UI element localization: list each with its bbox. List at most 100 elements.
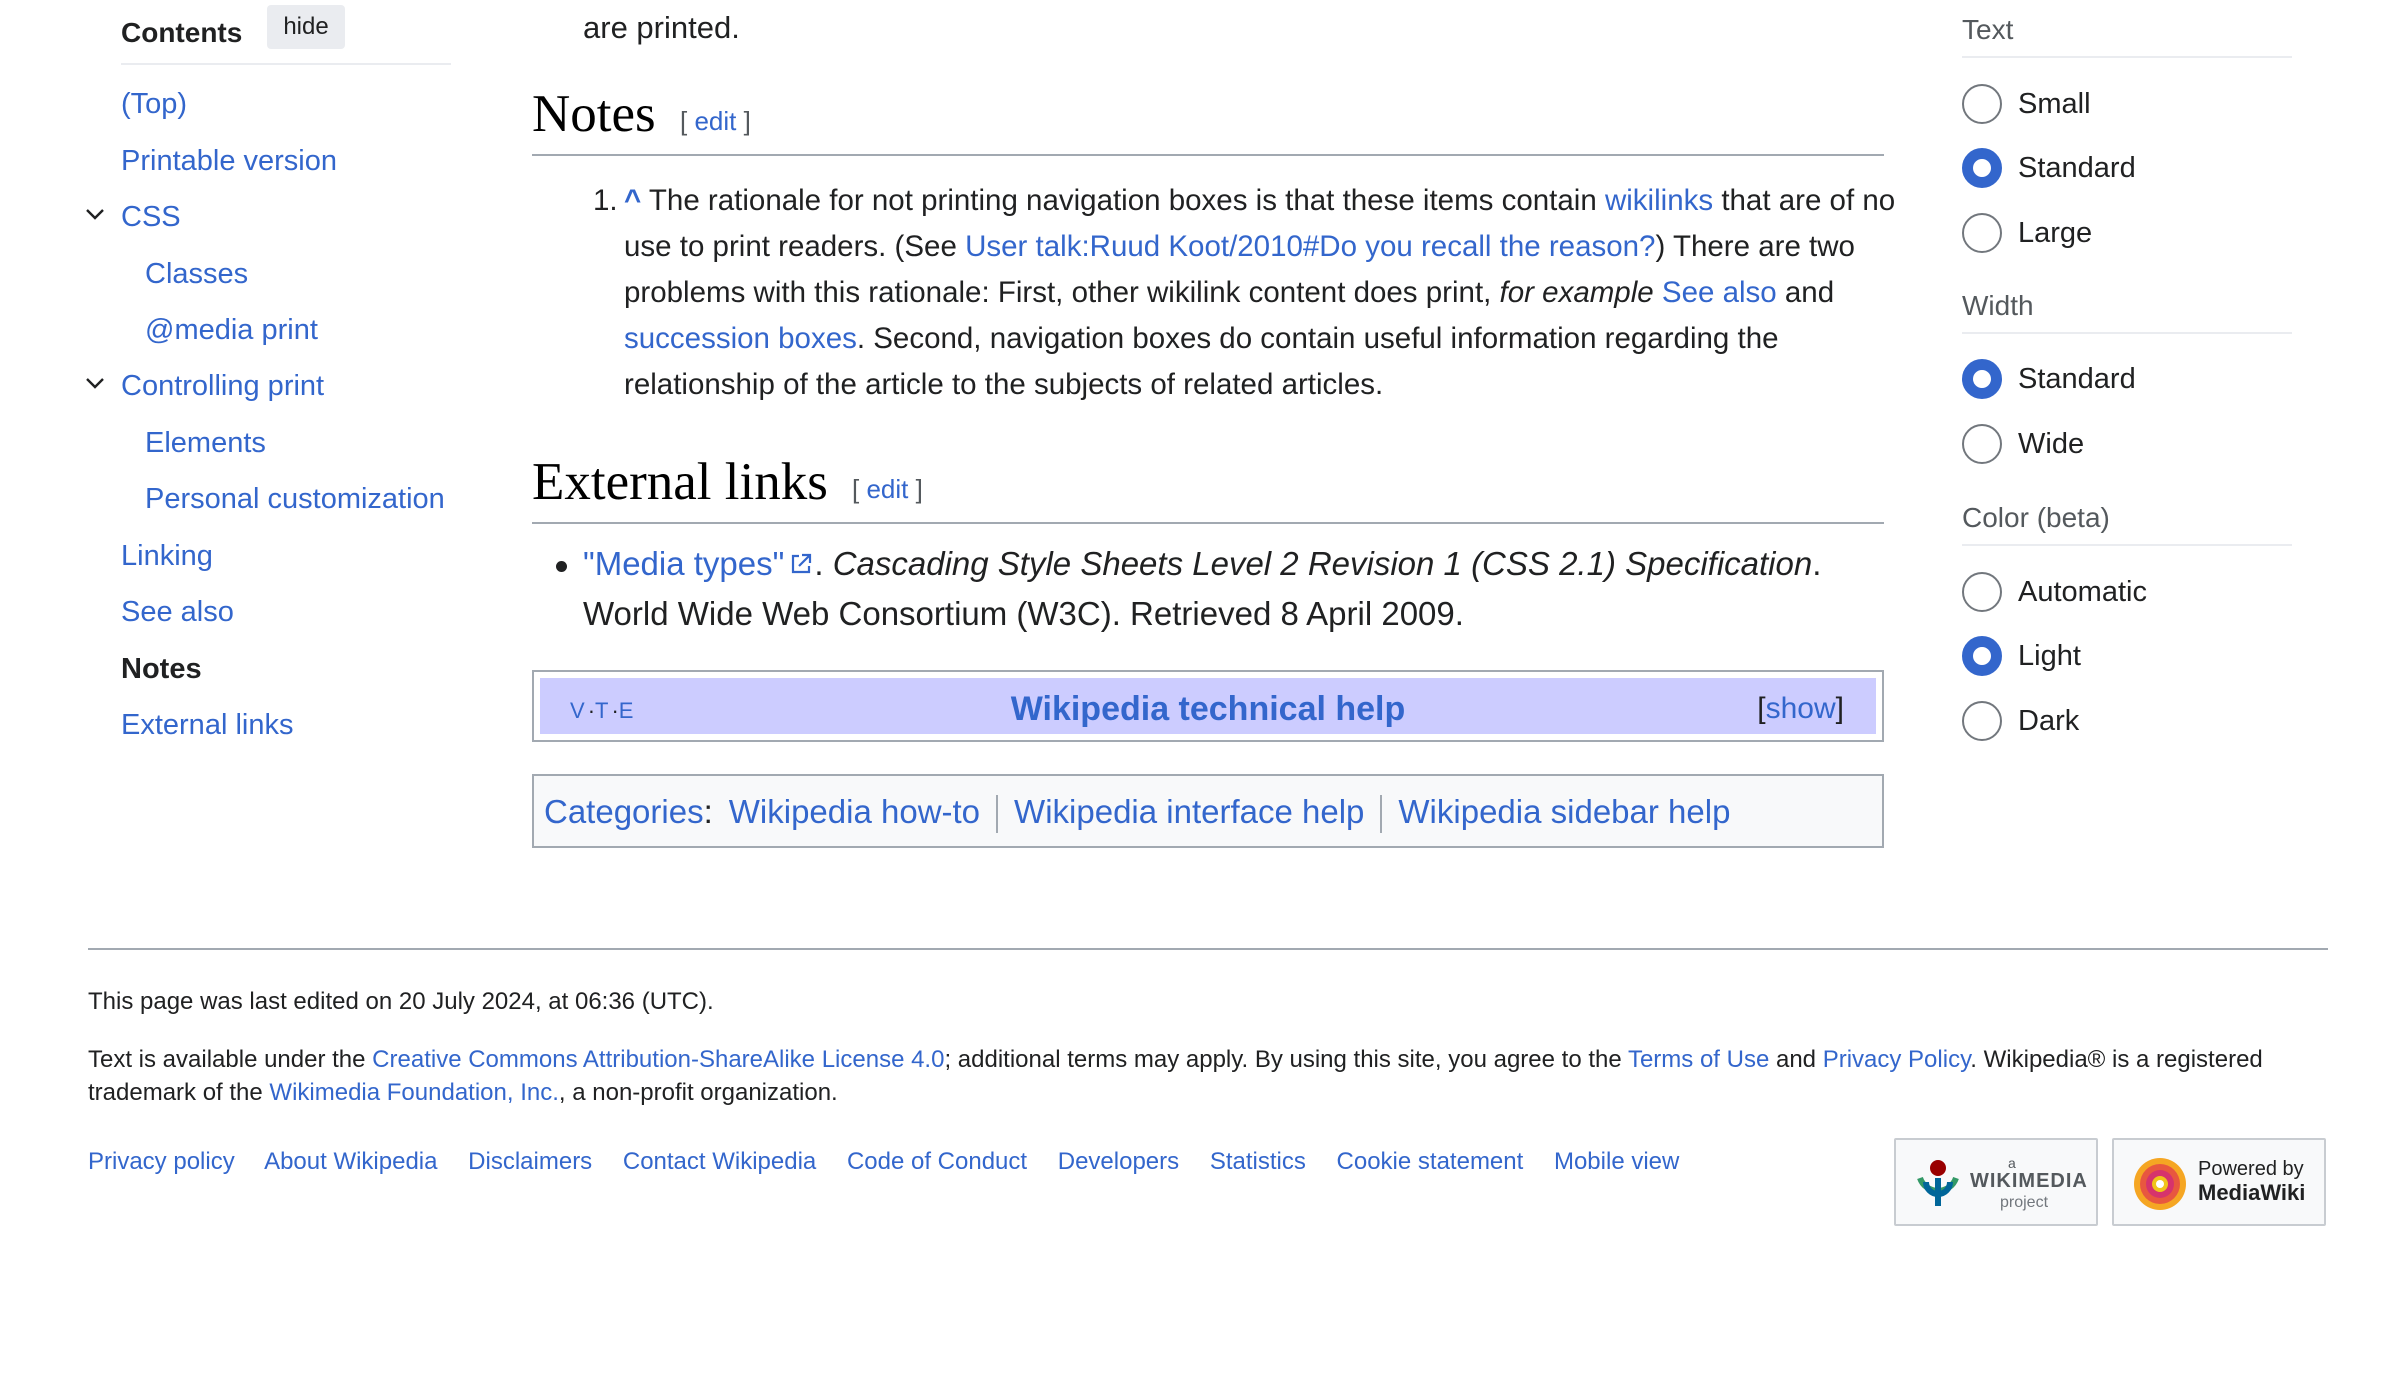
note-text: ) There are two [1655,230,1855,263]
radio-button-checked[interactable] [1962,636,2002,676]
notes-edit-section: [ edit ] [680,106,751,136]
radio-label: Automatic [2018,576,2147,608]
note-text: relationship of the article to the subje… [624,368,1384,401]
footer-links: Privacy policy About Wikipedia Disclaime… [88,1146,1703,1178]
categories-link[interactable]: Categories [544,793,704,830]
toc-item-linking[interactable]: Linking [121,536,213,576]
note-line: relationship of the article to the subje… [624,362,1383,408]
toc-item-notes[interactable]: Notes [121,649,202,689]
list-bullet [556,561,567,572]
categories-colon: : [703,793,713,830]
toc-hide-button[interactable]: hide [267,5,345,49]
terms-of-use-link[interactable]: Terms of Use [1628,1046,1769,1073]
radio-label: Light [2018,640,2081,672]
edit-bracket: [ [680,106,695,136]
category-separator [1380,795,1383,834]
succession-boxes-link[interactable]: succession boxes [624,322,857,355]
table-of-contents: Contents hide (Top) Printable version CS… [0,0,480,760]
note-line: ^ The rationale for not printing navigat… [624,178,1895,224]
external-link-line: "Media types". Cascading Style Sheets Le… [583,541,1821,587]
notes-heading: Notes [532,85,656,143]
toc-title: Contents [121,17,243,48]
powered-by-mediawiki-badge[interactable]: Powered by MediaWiki [2112,1138,2326,1226]
radio-label: Dark [2018,705,2080,737]
toc-item-top[interactable]: (Top) [121,84,187,124]
citation-text: . [814,545,833,582]
footer-link-mobile-view[interactable]: Mobile view [1554,1148,1679,1175]
user-talk-link[interactable]: User talk:Ruud Koot/2010#Do you recall t… [965,230,1655,263]
license-fragment: ; additional terms may apply. By using t… [944,1046,1628,1073]
article-content: are printed. Notes [ edit ] 1. ^ The rat… [532,0,1895,900]
navbox-title-bar: V·T·E Wikipedia technical help [show] [540,678,1876,734]
radio-button[interactable] [1962,424,2002,464]
category-link[interactable]: Wikipedia sidebar help [1398,793,1730,830]
toc-item-controlling-print[interactable]: Controlling print [121,366,324,406]
radio-button-checked[interactable] [1962,359,2002,399]
bracket: [ [1757,692,1766,725]
radio-label: Standard [2018,363,2136,395]
category-link[interactable]: Wikipedia how-to [729,793,980,830]
see-also-link[interactable]: See also [1662,276,1777,309]
notes-edit-link[interactable]: edit [694,106,736,136]
edit-bracket: ] [736,106,751,136]
navbox-show-button[interactable]: show [1766,692,1836,725]
footer-link-about[interactable]: About Wikipedia [264,1148,437,1175]
external-links-edit-link[interactable]: edit [866,474,908,504]
external-links-heading-row: External links [ edit ] [532,453,1884,524]
note-backlink[interactable]: ^ [624,184,641,217]
toc-item-external-links[interactable]: External links [121,705,293,745]
footer-link-statistics[interactable]: Statistics [1210,1148,1306,1175]
license-text: trademark of the Wikimedia Foundation, I… [88,1076,838,1109]
toc-item-classes[interactable]: Classes [145,254,248,294]
notes-heading-row: Notes [ edit ] [532,85,1884,156]
radio-label: Small [2018,88,2091,120]
wikilinks-link[interactable]: wikilinks [1605,184,1713,217]
radio-button[interactable] [1962,572,2002,612]
toc-item-printable-version[interactable]: Printable version [121,141,337,181]
navbox-title[interactable]: Wikipedia technical help [540,690,1876,729]
wikimedia-project-badge[interactable]: a WIKIMEDIA project [1894,1138,2098,1226]
footer-link-developers[interactable]: Developers [1058,1148,1179,1175]
category-link[interactable]: Wikipedia interface help [1014,793,1364,830]
toc-item-elements[interactable]: Elements [145,423,266,463]
note-number: 1. [593,184,618,217]
chevron-down-icon[interactable] [84,203,106,225]
license-fragment: and [1769,1046,1823,1073]
license-fragment: . Wikipedia® is a registered [1970,1046,2263,1073]
radio-button[interactable] [1962,701,2002,741]
toc-item-media-print[interactable]: @media print [145,310,318,350]
toc-item-css[interactable]: CSS [121,197,181,237]
chevron-down-icon[interactable] [84,372,106,394]
category-separator [996,795,999,834]
footer-link-privacy-policy[interactable]: Privacy policy [88,1148,235,1175]
wikimedia-logo-icon [1917,1160,1959,1206]
heading-label: Width [1962,290,2034,321]
citation-title: Cascading Style Sheets Level 2 Revision … [832,545,1813,582]
privacy-policy-link[interactable]: Privacy Policy [1823,1046,1971,1073]
wikimedia-foundation-link[interactable]: Wikimedia Foundation, Inc. [269,1079,558,1106]
bracket: ] [1835,692,1844,725]
radio-button[interactable] [1962,84,2002,124]
radio-button-checked[interactable] [1962,148,2002,188]
note-text: and [1776,276,1835,309]
toc-item-see-also[interactable]: See also [121,592,234,632]
footer-link-disclaimers[interactable]: Disclaimers [468,1148,592,1175]
edit-bracket: ] [908,474,923,504]
badge-text: WIKIMEDIA [1970,1170,2088,1192]
last-edited-text: This page was last edited on 20 July 202… [88,988,714,1015]
external-link-icon [792,553,812,574]
navbox: V·T·E Wikipedia technical help [show] [532,670,1884,742]
toc-item-personal-customization[interactable]: Personal customization [145,479,445,519]
radio-label: Standard [2018,152,2136,184]
footer-link-cookie-statement[interactable]: Cookie statement [1337,1148,1524,1175]
radio-button[interactable] [1962,213,2002,253]
media-types-link[interactable]: "Media types" [583,545,784,582]
radio-label: Large [2018,217,2093,249]
note-text: . Second, navigation boxes do contain us… [856,322,1779,355]
license-text: Text is available under the Creative Com… [88,1043,2263,1076]
footer-link-code-of-conduct[interactable]: Code of Conduct [847,1148,1027,1175]
color-heading: Color (beta) [1962,488,2292,546]
note-line: use to print readers. (See User talk:Ruu… [624,224,1855,270]
cc-license-link[interactable]: Creative Commons Attribution-ShareAlike … [372,1046,944,1073]
footer-link-contact[interactable]: Contact Wikipedia [623,1148,816,1175]
